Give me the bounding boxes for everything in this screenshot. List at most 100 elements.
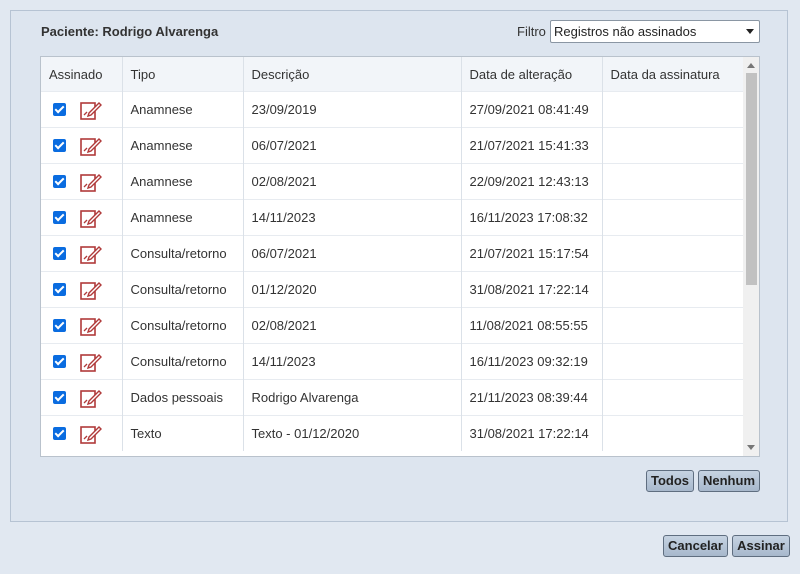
sign-document-icon[interactable] [80,172,102,192]
table-header-row: Assinado Tipo Descrição Data de alteraçã… [41,57,743,92]
table-row[interactable]: Dados pessoais Rodrigo Alvarenga 21/11/202… [41,379,743,416]
descricao-cell: Texto - 01/12/2020 [242,415,461,451]
records-grid: Assinado Tipo Descrição Data de alteraçã… [40,56,760,457]
data-assinatura-cell [601,379,743,416]
signed-cell [41,343,122,380]
dialog-panel: Paciente: Rodrigo Alvarenga Filtro Regis… [10,10,788,522]
descricao-cell: Rodrigo Alvarenga [242,379,461,416]
signed-checkbox[interactable] [53,427,66,440]
sign-document-icon[interactable] [80,208,102,228]
signed-checkbox[interactable] [53,211,66,224]
data-alteracao-cell: 21/07/2021 15:17:54 [460,235,602,272]
data-alteracao-cell: 21/11/2023 08:39:44 [460,379,602,416]
signed-checkbox[interactable] [53,175,66,188]
filter-select[interactable]: Registros não assinados [550,20,760,43]
data-assinatura-cell [601,415,743,451]
grid-scrollbar[interactable] [743,57,759,456]
table-row[interactable]: Consulta/retorno 14/11/2023 16/11/2023 09:… [41,343,743,380]
data-assinatura-cell [601,235,743,272]
data-assinatura-cell [601,91,743,128]
chevron-down-icon [746,29,754,34]
sign-document-icon[interactable] [80,136,102,156]
table-row[interactable]: Anamnese 23/09/2019 27/09/2021 08:41:49 [41,91,743,128]
data-alteracao-cell: 16/11/2023 17:08:32 [460,199,602,236]
data-assinatura-cell [601,127,743,164]
sign-document-icon[interactable] [80,352,102,372]
tipo-cell: Anamnese [121,91,243,128]
data-alteracao-cell: 11/08/2021 08:55:55 [460,307,602,344]
column-header-data-assinatura[interactable]: Data da assinatura [601,57,743,92]
tipo-cell: Dados pessoais [121,379,243,416]
data-alteracao-cell: 31/08/2021 17:22:14 [460,271,602,308]
signed-checkbox[interactable] [53,355,66,368]
filter-label: Filtro [517,24,546,39]
column-header-data-alteracao[interactable]: Data de alteração [460,57,602,92]
signed-checkbox[interactable] [53,139,66,152]
table-row[interactable]: Anamnese 06/07/2021 21/07/2021 15:41:33 [41,127,743,164]
signed-cell [41,379,122,416]
sign-document-icon[interactable] [80,388,102,408]
column-header-descricao[interactable]: Descrição [242,57,461,92]
tipo-cell: Anamnese [121,199,243,236]
signed-cell [41,199,122,236]
tipo-cell: Texto [121,415,243,451]
tipo-cell: Anamnese [121,163,243,200]
select-all-button[interactable]: Todos [646,470,694,492]
descricao-cell: 23/09/2019 [242,91,461,128]
descricao-cell: 02/08/2021 [242,307,461,344]
data-assinatura-cell [601,199,743,236]
signed-checkbox[interactable] [53,283,66,296]
table-row[interactable]: Consulta/retorno 06/07/2021 21/07/2021 15:… [41,235,743,272]
patient-name: Paciente: Rodrigo Alvarenga [41,24,219,39]
sign-document-icon[interactable] [80,244,102,264]
tipo-cell: Consulta/retorno [121,235,243,272]
sign-document-icon[interactable] [80,424,102,444]
scrollbar-thumb[interactable] [746,73,757,285]
scroll-up-icon[interactable] [747,63,755,68]
table-row[interactable]: Texto Texto - 01/12/2020 31/08/2021 17:22:… [41,415,743,451]
filter-selected-value: Registros não assinados [554,24,697,39]
data-alteracao-cell: 31/08/2021 17:22:14 [460,415,602,451]
table-row[interactable]: Consulta/retorno 01/12/2020 31/08/2021 17:… [41,271,743,308]
descricao-cell: 14/11/2023 [242,199,461,236]
data-alteracao-cell: 27/09/2021 08:41:49 [460,91,602,128]
data-assinatura-cell [601,307,743,344]
signed-cell [41,307,122,344]
column-header-tipo[interactable]: Tipo [121,57,243,92]
signed-checkbox[interactable] [53,391,66,404]
data-assinatura-cell [601,343,743,380]
tipo-cell: Consulta/retorno [121,307,243,344]
scroll-down-icon[interactable] [747,445,755,450]
signed-checkbox[interactable] [53,319,66,332]
records-table: Assinado Tipo Descrição Data de alteraçã… [41,57,743,451]
tipo-cell: Consulta/retorno [121,271,243,308]
descricao-cell: 02/08/2021 [242,163,461,200]
data-alteracao-cell: 16/11/2023 09:32:19 [460,343,602,380]
descricao-cell: 06/07/2021 [242,127,461,164]
cancel-button[interactable]: Cancelar [663,535,728,557]
signed-checkbox[interactable] [53,103,66,116]
data-alteracao-cell: 21/07/2021 15:41:33 [460,127,602,164]
table-row[interactable]: Consulta/retorno 02/08/2021 11/08/2021 08:… [41,307,743,344]
signed-cell [41,271,122,308]
signed-cell [41,91,122,128]
tipo-cell: Consulta/retorno [121,343,243,380]
descricao-cell: 01/12/2020 [242,271,461,308]
sign-button[interactable]: Assinar [732,535,790,557]
descricao-cell: 14/11/2023 [242,343,461,380]
signed-cell [41,163,122,200]
sign-document-icon[interactable] [80,100,102,120]
signed-checkbox[interactable] [53,247,66,260]
signed-cell [41,235,122,272]
tipo-cell: Anamnese [121,127,243,164]
table-row[interactable]: Anamnese 14/11/2023 16/11/2023 17:08:32 [41,199,743,236]
data-assinatura-cell [601,163,743,200]
data-alteracao-cell: 22/09/2021 12:43:13 [460,163,602,200]
column-header-assinado[interactable]: Assinado [41,57,122,92]
sign-document-icon[interactable] [80,280,102,300]
signed-cell [41,415,122,451]
table-row[interactable]: Anamnese 02/08/2021 22/09/2021 12:43:13 [41,163,743,200]
select-none-button[interactable]: Nenhum [698,470,760,492]
sign-document-icon[interactable] [80,316,102,336]
signed-cell [41,127,122,164]
